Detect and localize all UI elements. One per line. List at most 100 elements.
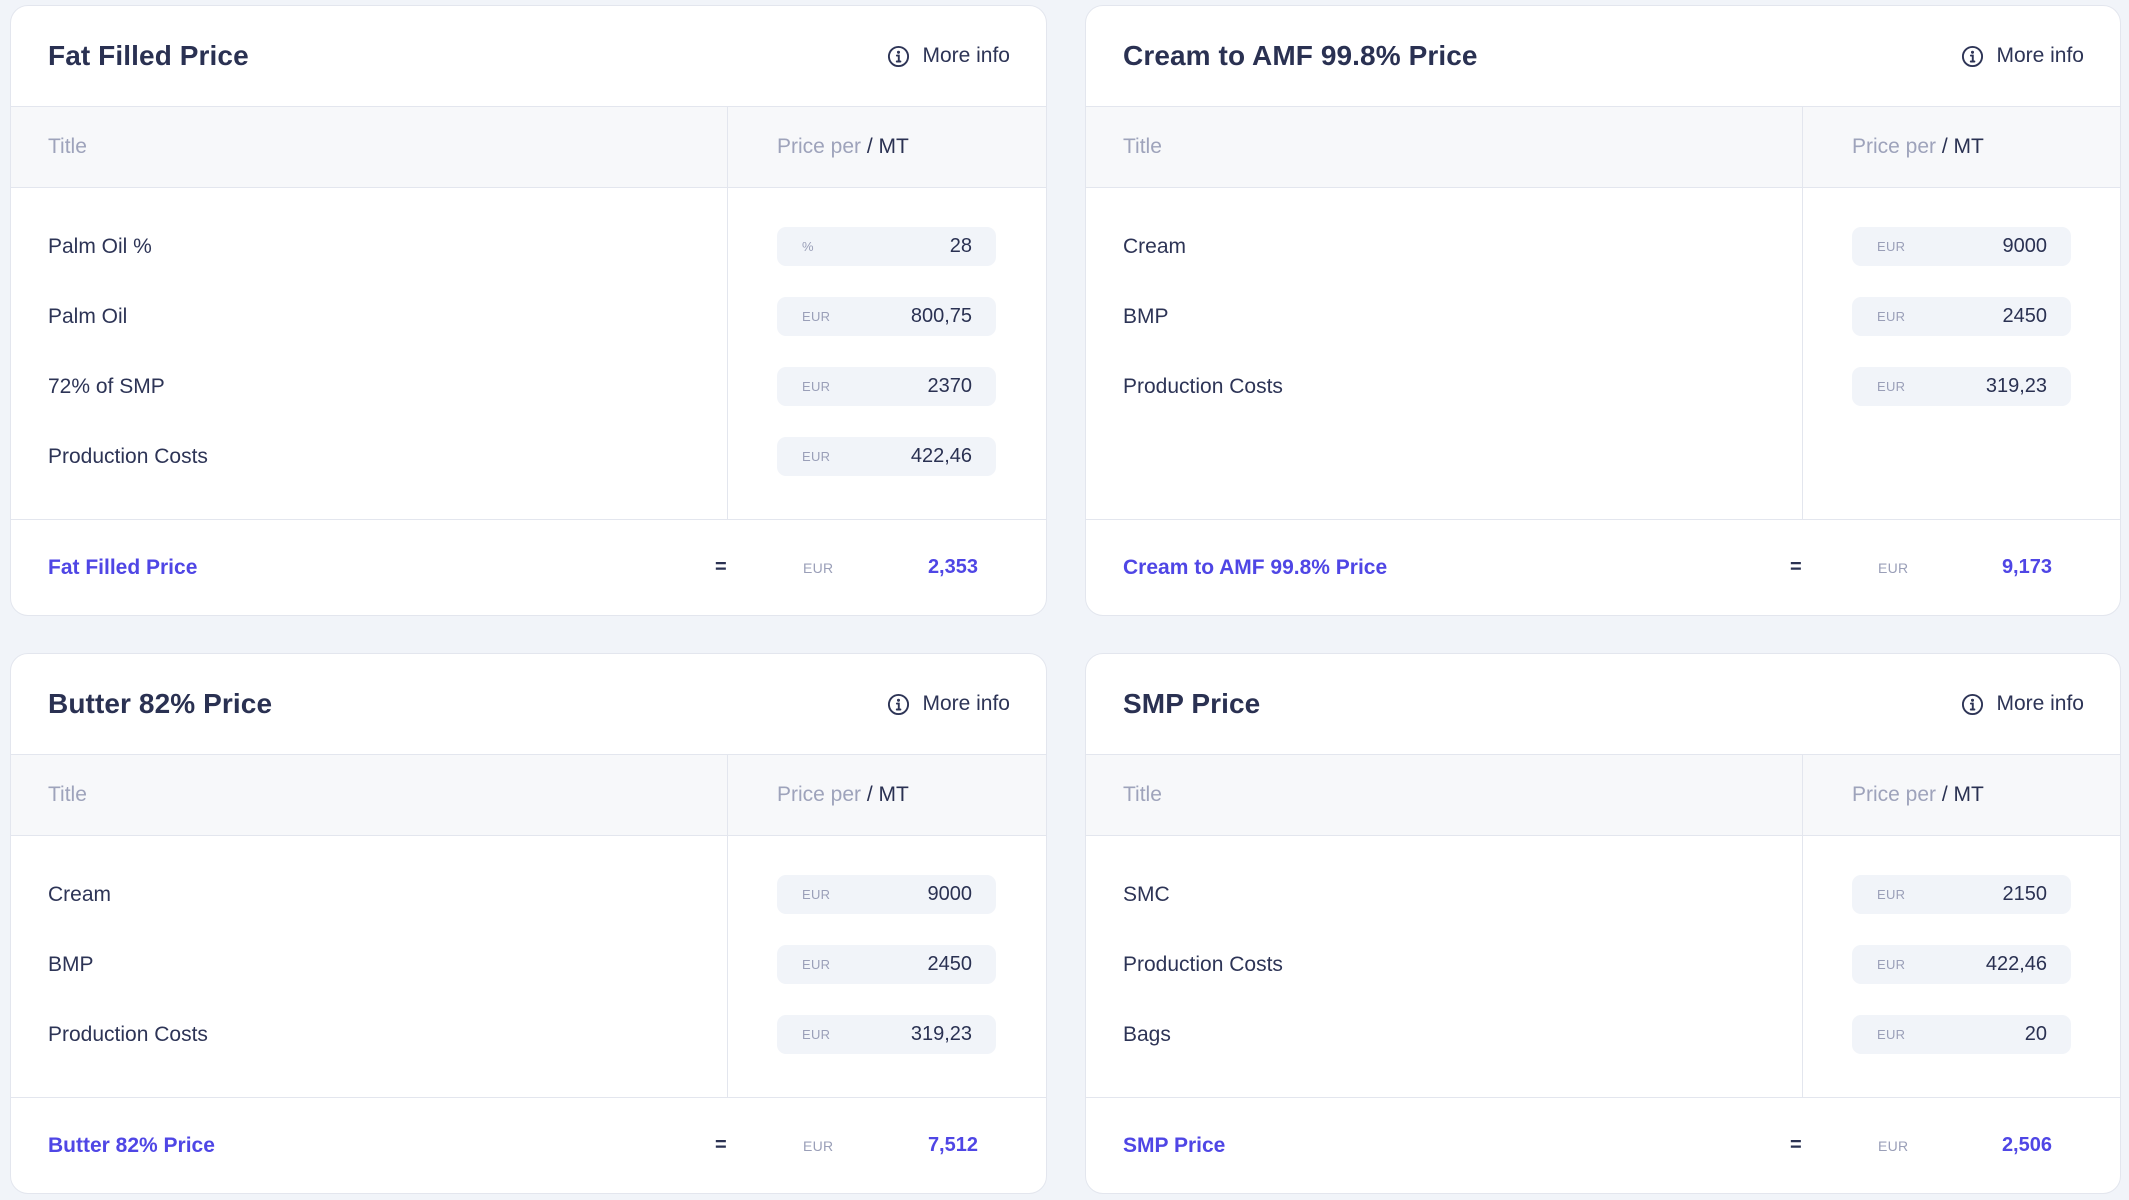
row-value-cell: EUR 319,23 xyxy=(1852,367,2120,437)
price-unit-label: / MT xyxy=(1941,135,1984,158)
info-circle-icon xyxy=(887,45,910,68)
result-label: Butter 82% Price xyxy=(48,1133,215,1157)
column-header-title: Title xyxy=(48,135,87,158)
more-info-button[interactable]: More info xyxy=(1961,44,2084,68)
card-header: SMP Price More info xyxy=(1086,654,2120,755)
row-label-text: Cream xyxy=(1123,235,1187,258)
info-circle-icon xyxy=(1961,45,1984,68)
price-input[interactable]: EUR 422,46 xyxy=(1852,945,2071,984)
price-card: Butter 82% Price More info Title Price p… xyxy=(10,653,1047,1194)
price-input-value[interactable]: 28 xyxy=(950,235,972,258)
price-card: SMP Price More info Title Price per / MT xyxy=(1085,653,2121,1194)
price-card: Cream to AMF 99.8% Price More info Title… xyxy=(1085,5,2121,616)
result-value: 2,506 xyxy=(2001,1134,2052,1156)
more-info-button[interactable]: More info xyxy=(1961,692,2084,716)
row-value-cell: EUR 422,46 xyxy=(777,437,1046,507)
price-per-label: Price per xyxy=(777,135,867,158)
price-input[interactable]: EUR 9000 xyxy=(777,875,996,914)
price-input-value[interactable]: 2150 xyxy=(2003,883,2048,906)
row-label: Cream xyxy=(11,875,727,945)
row-label: Cream xyxy=(1086,227,1802,297)
price-input-unit: EUR xyxy=(802,887,831,902)
row-value-cell: EUR 319,23 xyxy=(777,1015,1046,1085)
price-input[interactable]: % 28 xyxy=(777,227,996,266)
row-labels: Cream BMP Production Costs xyxy=(1086,188,1803,519)
result-value: 7,512 xyxy=(927,1134,978,1156)
price-input-value[interactable]: 800,75 xyxy=(911,305,972,328)
column-header-price: Price per / MT xyxy=(1852,783,1984,807)
card-header: Butter 82% Price More info xyxy=(11,654,1046,755)
price-input[interactable]: EUR 319,23 xyxy=(1852,367,2071,406)
price-calculator-grid: Fat Filled Price More info Title Price p… xyxy=(0,0,2129,1200)
price-input-unit: EUR xyxy=(1877,309,1906,324)
row-label: 72% of SMP xyxy=(11,367,727,437)
price-input-value[interactable]: 319,23 xyxy=(1986,375,2047,398)
card-title: Fat Filled Price xyxy=(48,40,249,71)
equals-sign: = xyxy=(715,1134,727,1156)
more-info-label: More info xyxy=(1996,44,2084,67)
price-input-value[interactable]: 422,46 xyxy=(1986,953,2047,976)
info-circle-icon xyxy=(887,693,910,716)
price-input[interactable]: EUR 2370 xyxy=(777,367,996,406)
row-value-cell: % 28 xyxy=(777,227,1046,297)
row-values: EUR 9000 EUR 2450 EUR 319,23 xyxy=(1803,188,2120,519)
price-input-value[interactable]: 9000 xyxy=(2003,235,2048,258)
row-label-text: Production Costs xyxy=(1123,375,1283,398)
price-input-value[interactable]: 9000 xyxy=(928,883,973,906)
row-label-text: 72% of SMP xyxy=(48,375,165,398)
price-input[interactable]: EUR 319,23 xyxy=(777,1015,996,1054)
price-input-value[interactable]: 20 xyxy=(2025,1023,2047,1046)
row-label: Production Costs xyxy=(11,1015,727,1085)
row-label-text: Production Costs xyxy=(1123,953,1283,976)
more-info-label: More info xyxy=(922,44,1010,67)
price-input-value[interactable]: 2370 xyxy=(928,375,973,398)
table-body: SMC Production Costs Bags EUR 2150 EUR 422,46… xyxy=(1086,836,2120,1098)
price-input-unit: EUR xyxy=(1877,1027,1906,1042)
row-label-text: BMP xyxy=(48,953,94,976)
price-unit-label: / MT xyxy=(1941,783,1984,806)
row-values: EUR 2150 EUR 422,46 EUR 20 xyxy=(1803,836,2120,1097)
result-label: Fat Filled Price xyxy=(48,555,198,579)
result-label: Cream to AMF 99.8% Price xyxy=(1123,555,1388,579)
price-input-unit: EUR xyxy=(1877,957,1906,972)
row-label: Production Costs xyxy=(11,437,727,507)
price-unit-label: / MT xyxy=(866,135,909,158)
column-header-price: Price per / MT xyxy=(1852,135,1984,159)
price-input[interactable]: EUR 20 xyxy=(1852,1015,2071,1054)
price-input[interactable]: EUR 2150 xyxy=(1852,875,2071,914)
result-value: 2,353 xyxy=(927,556,978,578)
more-info-label: More info xyxy=(922,692,1010,715)
equals-sign: = xyxy=(715,556,727,578)
more-info-button[interactable]: More info xyxy=(887,44,1010,68)
price-input-value[interactable]: 2450 xyxy=(928,953,973,976)
row-label-text: Production Costs xyxy=(48,445,208,468)
row-label-text: Production Costs xyxy=(48,1023,208,1046)
table-header: Title Price per / MT xyxy=(11,755,1046,836)
row-values: % 28 EUR 800,75 EUR 2370 EUR 422,46 xyxy=(728,188,1046,519)
price-input-value[interactable]: 2450 xyxy=(2003,305,2048,328)
row-label: Production Costs xyxy=(1086,367,1802,437)
price-input-value[interactable]: 319,23 xyxy=(911,1023,972,1046)
result-unit: EUR xyxy=(803,1137,834,1154)
row-label: Bags xyxy=(1086,1015,1802,1085)
price-input[interactable]: EUR 9000 xyxy=(1852,227,2071,266)
price-input-value[interactable]: 422,46 xyxy=(911,445,972,468)
result-row: Butter 82% Price = EUR 7,512 xyxy=(11,1098,1046,1193)
price-input[interactable]: EUR 422,46 xyxy=(777,437,996,476)
price-input[interactable]: EUR 2450 xyxy=(1852,297,2071,336)
table-body: Palm Oil % Palm Oil 72% of SMP Production C… xyxy=(11,188,1046,520)
result-row: Fat Filled Price = EUR 2,353 xyxy=(11,520,1046,615)
price-input[interactable]: EUR 2450 xyxy=(777,945,996,984)
column-header-title: Title xyxy=(1123,783,1162,806)
column-header-title: Title xyxy=(48,783,87,806)
table-body: Cream BMP Production Costs EUR 9000 EUR 2450 E… xyxy=(1086,188,2120,520)
price-input[interactable]: EUR 800,75 xyxy=(777,297,996,336)
row-value-cell: EUR 800,75 xyxy=(777,297,1046,367)
row-labels: SMC Production Costs Bags xyxy=(1086,836,1803,1097)
result-row: Cream to AMF 99.8% Price = EUR 9,173 xyxy=(1086,520,2120,615)
row-value-cell: EUR 2150 xyxy=(1852,875,2120,945)
info-circle-icon xyxy=(1961,693,1984,716)
price-per-label: Price per xyxy=(1852,783,1942,806)
price-input-unit: EUR xyxy=(802,449,831,464)
more-info-button[interactable]: More info xyxy=(887,692,1010,716)
